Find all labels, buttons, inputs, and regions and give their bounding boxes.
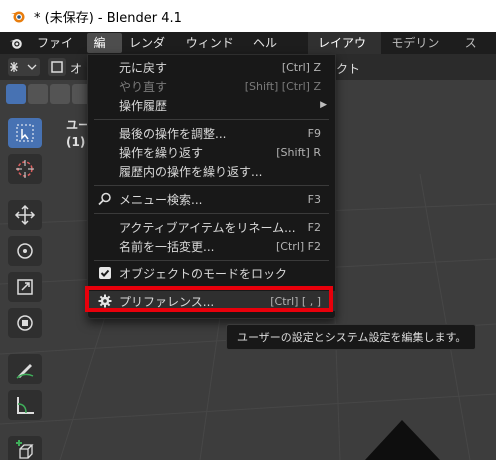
search-icon: [98, 192, 111, 206]
menu-item-rename-active[interactable]: アクティブアイテムをリネーム... F2: [88, 217, 335, 237]
menu-edit[interactable]: 編集: [86, 33, 123, 70]
menu-help[interactable]: ヘルプ: [246, 33, 292, 70]
menu-separator: [94, 185, 329, 186]
menu-item-repeat-last[interactable]: 操作を繰り返す [Shift] R: [88, 142, 335, 162]
menu-item-redo[interactable]: やり直す [Shift] [Ctrl] Z: [88, 76, 335, 96]
menu-file[interactable]: ファイル: [30, 33, 87, 70]
menu-item-lock-object-modes[interactable]: オブジェクトのモードをロック: [88, 263, 335, 283]
menu-item-menu-search[interactable]: メニュー検索... F3: [88, 189, 335, 209]
menu-item-shortcut: F3: [307, 192, 321, 206]
blender-logo-icon: [11, 11, 25, 23]
default-object[interactable]: [365, 420, 440, 460]
tab-sculpting[interactable]: スカ: [455, 32, 496, 72]
move-tool-icon[interactable]: [8, 200, 42, 230]
menu-item-undo[interactable]: 元に戻す [Ctrl] Z: [88, 57, 335, 77]
tab-modeling[interactable]: モデリング: [381, 32, 454, 72]
menu-item-label: 操作履歴: [119, 98, 168, 113]
menu-item-label: 操作を繰り返す: [119, 145, 204, 160]
scale-tool-icon[interactable]: [8, 272, 42, 302]
select-mode-toolbar: [6, 84, 92, 106]
menu-item-shortcut: [Ctrl] F2: [276, 239, 321, 253]
edit-menu: 元に戻す [Ctrl] Z やり直す [Shift] [Ctrl] Z 操作履歴…: [87, 54, 336, 319]
measure-tool-icon[interactable]: [8, 390, 42, 420]
submenu-arrow-icon: ▶: [320, 100, 327, 110]
menu-item-label: 元に戻す: [119, 60, 168, 75]
menu-item-label: オブジェクトのモードをロック: [119, 266, 288, 281]
menu-separator: [94, 213, 329, 214]
object-mode-icon[interactable]: [48, 58, 66, 76]
blender-menu-icon[interactable]: [8, 34, 24, 52]
menu-item-shortcut: [Shift] R: [276, 145, 321, 159]
tab-layout[interactable]: レイアウト: [308, 32, 382, 72]
annotate-tool-icon[interactable]: [8, 354, 42, 384]
select-extend-icon[interactable]: [28, 84, 48, 104]
rotate-tool-icon[interactable]: [8, 236, 42, 266]
preferences-tooltip: ユーザーの設定とシステム設定を編集します。: [226, 324, 476, 350]
menu-item-shortcut: [Shift] [Ctrl] Z: [244, 79, 321, 93]
mode-dropdown-label[interactable]: オ: [70, 60, 82, 77]
menu-item-label: メニュー検索...: [119, 192, 203, 207]
window-title: * (未保存) - Blender 4.1: [34, 10, 182, 26]
menu-item-undo-history[interactable]: 操作履歴 ▶: [88, 95, 335, 115]
menu-window[interactable]: ウィンドウ: [179, 33, 246, 70]
window-titlebar: * (未保存) - Blender 4.1: [0, 0, 496, 32]
top-menubar: ファイル 編集 レンダー ウィンドウ ヘルプ レイアウト モデリング スカ: [0, 32, 496, 72]
editor-type-button[interactable]: [8, 58, 40, 76]
menu-item-label: アクティブアイテムをリネーム...: [119, 220, 296, 235]
tooltip-text: ユーザーの設定とシステム設定を編集します。: [237, 331, 467, 344]
menu-separator: [94, 119, 329, 120]
cursor-tool-icon[interactable]: [8, 154, 42, 184]
header-object-menu[interactable]: クト: [336, 60, 360, 77]
transform-tool-icon[interactable]: [8, 308, 42, 338]
menu-item-label: 履歴内の操作を繰り返す...: [119, 164, 263, 179]
menu-item-repeat-history[interactable]: 履歴内の操作を繰り返す...: [88, 161, 335, 181]
menu-item-label: やり直す: [119, 79, 168, 94]
menu-separator: [94, 260, 329, 261]
menu-item-shortcut: F2: [307, 220, 321, 234]
menu-render[interactable]: レンダー: [122, 33, 179, 70]
menu-item-label: 名前を一括変更...: [119, 239, 215, 254]
highlight-annotation-box: [85, 286, 333, 312]
menu-item-adjust-last[interactable]: 最後の操作を調整... F9: [88, 123, 335, 143]
checkbox-checked-icon[interactable]: [98, 266, 112, 280]
menu-item-label: 最後の操作を調整...: [119, 126, 227, 141]
menu-item-batch-rename[interactable]: 名前を一括変更... [Ctrl] F2: [88, 236, 335, 256]
select-subtract-icon[interactable]: [50, 84, 70, 104]
menu-item-shortcut: [Ctrl] Z: [281, 60, 321, 74]
select-new-icon[interactable]: [6, 84, 26, 104]
tool-shelf: [8, 118, 44, 460]
add-cube-tool-icon[interactable]: [8, 436, 42, 460]
select-box-tool-icon[interactable]: [8, 118, 42, 148]
menu-item-shortcut: F9: [307, 126, 321, 140]
